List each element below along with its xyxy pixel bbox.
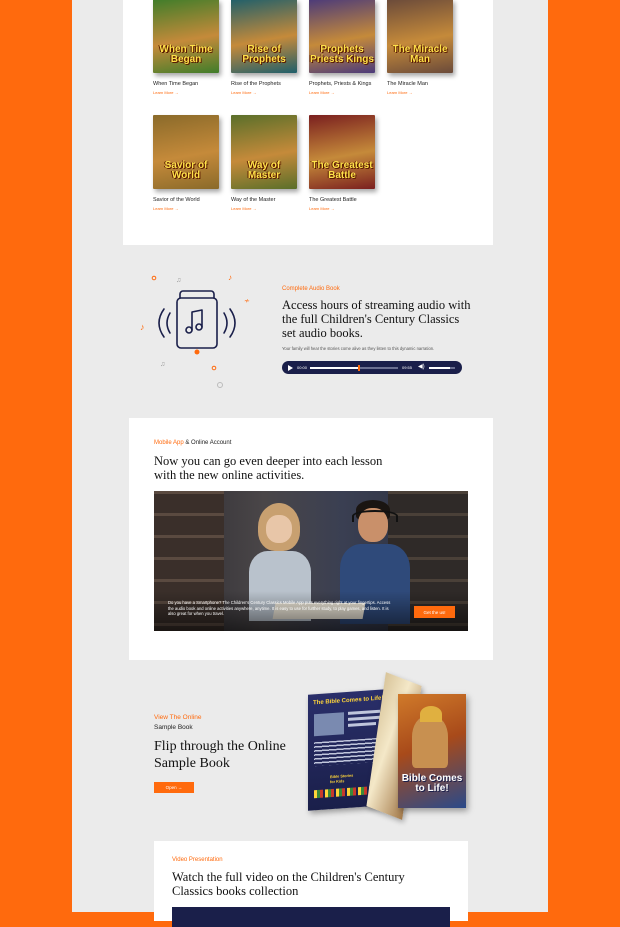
- book-cover-title: The Greatest Battle: [311, 160, 373, 181]
- volume-fill: [429, 367, 450, 369]
- learn-more-link[interactable]: Learn More →: [309, 206, 375, 211]
- book-title: Rise of the Prophets: [231, 81, 281, 87]
- mobile-kicker-rest: & Online Account: [183, 440, 232, 446]
- book-title: When Time Began: [153, 81, 199, 87]
- book-title: The Miracle Man: [387, 81, 428, 87]
- sample-kicker-2: Sample Book: [154, 724, 193, 731]
- sample-heading: Flip through the Online Sample Book: [154, 739, 286, 771]
- book-cover-title: Way of Master: [247, 160, 281, 181]
- sample-kicker: View The Online: [154, 714, 202, 721]
- book-item[interactable]: The Miracle Man The Miracle Man Learn More…: [387, 0, 453, 95]
- photo-caption: Do you have a Smartphone? The Children's…: [168, 600, 391, 616]
- open-sample-button[interactable]: Open →: [154, 782, 194, 793]
- page-background: When Time Began When Time Began Learn More…: [72, 0, 548, 927]
- time-total: 09:55: [402, 365, 413, 370]
- learn-more-link[interactable]: Learn More →: [231, 90, 297, 95]
- get-app-button[interactable]: Get the us!: [414, 606, 455, 618]
- learn-more-link[interactable]: Learn More →: [231, 206, 297, 211]
- audio-player: 00:00 09:55 ◀): [282, 361, 462, 374]
- book-cover[interactable]: The Miracle Man: [387, 0, 453, 73]
- audio-progress-fill: [310, 367, 359, 369]
- book-cover[interactable]: Way of Master: [231, 115, 297, 189]
- audio-heading: Access hours of streaming audio with the…: [282, 298, 471, 340]
- book-cover[interactable]: Prophets Priests Kings: [309, 0, 375, 73]
- learn-more-link[interactable]: Learn More →: [309, 90, 375, 95]
- volume-track[interactable]: [429, 367, 455, 369]
- book-cover-title: Prophets Priests Kings: [310, 44, 374, 65]
- sample-book-illustration: The Bible Comes to Life! Bible Stories f…: [306, 672, 476, 822]
- mobile-card: Mobile App & Online Account Now you can …: [129, 418, 493, 660]
- svg-text:≁: ≁: [244, 298, 250, 305]
- svg-text:♫: ♫: [160, 361, 165, 368]
- book-left-badge: Bible Stories for Kids: [330, 773, 354, 785]
- play-icon[interactable]: [288, 364, 293, 371]
- time-current: 00:00: [297, 365, 308, 370]
- audio-progress-track[interactable]: [310, 367, 398, 369]
- book-cover[interactable]: Rise of Prophets: [231, 0, 297, 73]
- book-title: Prophets, Priests & Kings: [309, 81, 372, 87]
- video-card: Video Presentation Watch the full video …: [154, 841, 468, 927]
- volume-icon[interactable]: ◀): [418, 364, 425, 371]
- students-photo: Do you have a Smartphone? The Children's…: [154, 491, 468, 631]
- book-cover[interactable]: When Time Began: [153, 0, 219, 73]
- book-cover-title: Rise of Prophets: [242, 44, 286, 65]
- book-item[interactable]: The Greatest Battle The Greatest Battle Le…: [309, 115, 375, 211]
- books-card: When Time Began When Time Began Learn More…: [123, 0, 493, 245]
- audio-kicker: Complete Audio Book: [282, 286, 340, 292]
- book-item[interactable]: Way of Master Way of the Master Learn More…: [231, 115, 297, 211]
- book-title: Way of the Master: [231, 197, 276, 203]
- book-item[interactable]: Prophets Priests Kings Prophets, Priests …: [309, 0, 375, 95]
- video-kicker: Video Presentation: [172, 857, 223, 863]
- book-title: Savior of the World: [153, 197, 200, 203]
- book-item[interactable]: When Time Began When Time Began Learn More…: [153, 0, 219, 95]
- svg-text:♪: ♪: [140, 322, 145, 332]
- book-right-page: Bible Comes to Life!: [398, 694, 466, 808]
- book-cover[interactable]: The Greatest Battle: [309, 115, 375, 189]
- svg-text:♫: ♫: [176, 277, 181, 284]
- book-right-title: Bible Comes to Life!: [401, 773, 463, 794]
- learn-more-link[interactable]: Learn More →: [153, 90, 219, 95]
- learn-more-link[interactable]: Learn More →: [387, 90, 453, 95]
- book-cover-title: Savior of World: [164, 160, 208, 181]
- video-heading: Watch the full video on the Children's C…: [172, 870, 405, 898]
- book-item[interactable]: Savior of World Savior of the World Learn …: [153, 115, 219, 211]
- book-cover-title: The Miracle Man: [392, 44, 448, 65]
- learn-more-link[interactable]: Learn More →: [153, 206, 219, 211]
- book-cover-title: When Time Began: [159, 44, 213, 65]
- book-left-title: The Bible Comes to Life!: [313, 695, 384, 707]
- svg-text:♪: ♪: [228, 273, 232, 282]
- book-item[interactable]: Rise of Prophets Rise of the Prophets Lear…: [231, 0, 297, 95]
- mobile-heading: Now you can go even deeper into each les…: [154, 454, 383, 482]
- audio-subtext: Your family will hear the stories come a…: [282, 346, 435, 351]
- video-player[interactable]: [172, 907, 450, 927]
- audio-book-icon: ♪ ♪ ≁ ♫ ♫: [140, 273, 250, 388]
- book-title: The Greatest Battle: [309, 197, 357, 203]
- audio-progress-knob[interactable]: [358, 365, 361, 371]
- mobile-kicker: Mobile App & Online Account: [154, 440, 231, 446]
- mobile-kicker-orange: Mobile App: [154, 440, 184, 446]
- book-cover[interactable]: Savior of World: [153, 115, 219, 189]
